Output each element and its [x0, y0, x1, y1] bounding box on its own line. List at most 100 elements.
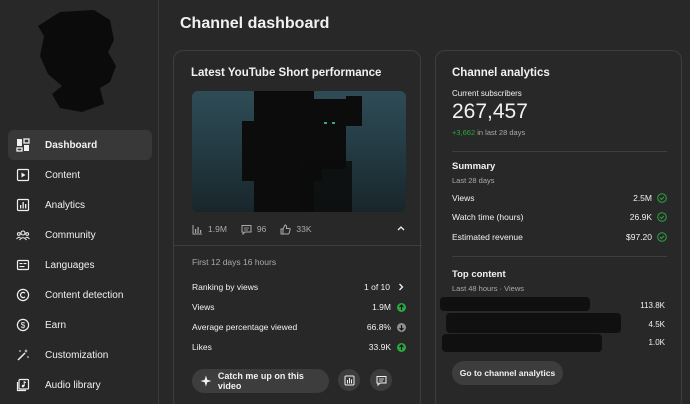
- sidebar-item-community[interactable]: Community: [8, 220, 152, 250]
- summary-row-revenue: Estimated revenue $97.20: [452, 230, 667, 244]
- check-circle-icon: [657, 232, 667, 242]
- redaction-block: [312, 99, 346, 169]
- community-icon: [16, 228, 30, 242]
- summary-row-watch-time: Watch time (hours) 26.9K: [452, 210, 667, 224]
- ranking-label: Ranking by views: [192, 282, 259, 292]
- sidebar-item-customization[interactable]: Customization: [8, 340, 152, 370]
- top-content-title: Top content: [452, 269, 506, 280]
- divider: [452, 256, 667, 257]
- ranking-row[interactable]: Ranking by views 1 of 10: [192, 280, 406, 294]
- metric-value: 1.9M: [372, 302, 391, 312]
- sidebar-item-dashboard[interactable]: Dashboard: [8, 130, 152, 160]
- metric-value: 33.9K: [368, 342, 391, 352]
- view-analytics-button[interactable]: [338, 369, 360, 391]
- audio-library-icon: [16, 378, 30, 392]
- comments-count: 96: [256, 224, 267, 234]
- sidebar-item-content-detection[interactable]: Content detection: [8, 280, 152, 310]
- sidebar-item-label: Community: [45, 229, 96, 241]
- catch-me-up-label: Catch me up on this video: [217, 371, 304, 391]
- summary-title: Summary: [452, 161, 496, 172]
- sidebar-item-label: Content detection: [45, 289, 124, 301]
- metric-value: 66.8%: [366, 322, 391, 332]
- metric-row-views: Views 1.9M: [192, 300, 406, 314]
- ranking-value: 1 of 10: [364, 282, 390, 292]
- dashboard-icon: [16, 138, 30, 152]
- comment-icon: [376, 375, 386, 386]
- summary-label: Estimated revenue: [452, 232, 523, 242]
- view-comments-button[interactable]: [370, 369, 392, 391]
- sidebar-item-label: Analytics: [45, 199, 86, 211]
- metric-label: Likes: [192, 342, 212, 352]
- short-thumbnail[interactable]: [192, 91, 406, 212]
- sidebar-item-label: Content: [45, 169, 81, 181]
- summary-label: Views: [452, 193, 475, 203]
- avatar[interactable]: [30, 8, 120, 113]
- likes-stat: 33K: [280, 223, 312, 235]
- sidebar-item-label: Audio library: [45, 379, 101, 391]
- go-to-channel-analytics-button[interactable]: Go to channel analytics: [452, 361, 563, 385]
- period-label: First 12 days 16 hours: [192, 257, 277, 267]
- summary-row-views: Views 2.5M: [452, 191, 667, 205]
- metric-row-likes: Likes 33.9K: [192, 340, 406, 354]
- sidebar-item-label: Earn: [45, 319, 67, 331]
- delta-value: +3,662: [452, 128, 476, 137]
- sidebar-item-languages[interactable]: Languages: [8, 250, 152, 280]
- sidebar-item-analytics[interactable]: Analytics: [8, 190, 152, 220]
- summary-label: Watch time (hours): [452, 212, 524, 222]
- chevron-up-icon[interactable]: [396, 223, 406, 233]
- redaction-block: [440, 297, 590, 311]
- sidebar-nav: Dashboard Content Analytics Community La…: [8, 130, 152, 400]
- bar-chart-icon: [192, 224, 202, 234]
- card-title: Latest YouTube Short performance: [191, 67, 382, 79]
- subscribers-count: 267,457: [452, 100, 528, 123]
- views-stat: 1.9M: [192, 224, 227, 235]
- dollar-icon: $: [16, 318, 30, 332]
- divider: [452, 151, 667, 152]
- summary-value: 2.5M: [633, 193, 652, 203]
- languages-icon: [16, 258, 30, 272]
- check-circle-icon: [657, 212, 667, 222]
- latest-short-card: Latest YouTube Short performance 1.9M 96…: [173, 50, 422, 404]
- sidebar-item-content[interactable]: Content: [8, 160, 152, 190]
- analytics-icon: [16, 198, 30, 212]
- redaction-block: [302, 161, 352, 212]
- sidebar-item-label: Languages: [45, 259, 95, 271]
- sidebar-item-label: Customization: [45, 349, 109, 361]
- redaction-block: [446, 313, 621, 333]
- sidebar-item-earn[interactable]: $ Earn: [8, 310, 152, 340]
- page-title: Channel dashboard: [180, 15, 330, 32]
- top-content-value: 113.8K: [640, 301, 665, 310]
- analytics-icon: [344, 375, 354, 385]
- trend-down-icon: [397, 322, 406, 332]
- copyright-icon: [16, 288, 30, 302]
- top-content-value: 1.0K: [648, 338, 665, 347]
- views-count: 1.9M: [208, 224, 227, 234]
- channel-analytics-card: Channel analytics Current subscribers 26…: [435, 50, 682, 404]
- likes-count: 33K: [296, 224, 312, 234]
- metric-row-avg-viewed: Average percentage viewed 66.8%: [192, 320, 406, 334]
- card-title: Channel analytics: [452, 67, 550, 79]
- redaction-block: [442, 334, 602, 352]
- sidebar-item-label: Dashboard: [45, 139, 98, 151]
- trend-up-icon: [397, 302, 406, 312]
- short-stats-row: 1.9M 96 33K: [192, 221, 406, 237]
- catch-me-up-button[interactable]: Catch me up on this video: [192, 369, 329, 393]
- comments-stat: 96: [241, 224, 266, 235]
- eye-glint: [324, 122, 327, 124]
- redaction-block: [346, 96, 362, 126]
- trend-up-icon: [397, 342, 406, 352]
- comment-icon: [241, 224, 252, 235]
- top-content-value: 4.5K: [648, 320, 665, 329]
- metric-label: Views: [192, 302, 215, 312]
- subscribers-delta: +3,662 in last 28 days: [452, 128, 525, 137]
- sidebar-item-audio-library[interactable]: Audio library: [8, 370, 152, 400]
- magic-wand-icon: [16, 348, 30, 362]
- delta-suffix: in last 28 days: [477, 128, 526, 137]
- content-icon: [16, 168, 30, 182]
- divider: [174, 245, 422, 246]
- summary-value: $97.20: [626, 232, 652, 242]
- metric-label: Average percentage viewed: [192, 322, 298, 332]
- summary-value: 26.9K: [629, 212, 652, 222]
- top-content-period: Last 48 hours · Views: [452, 284, 524, 293]
- subscribers-label: Current subscribers: [452, 89, 522, 98]
